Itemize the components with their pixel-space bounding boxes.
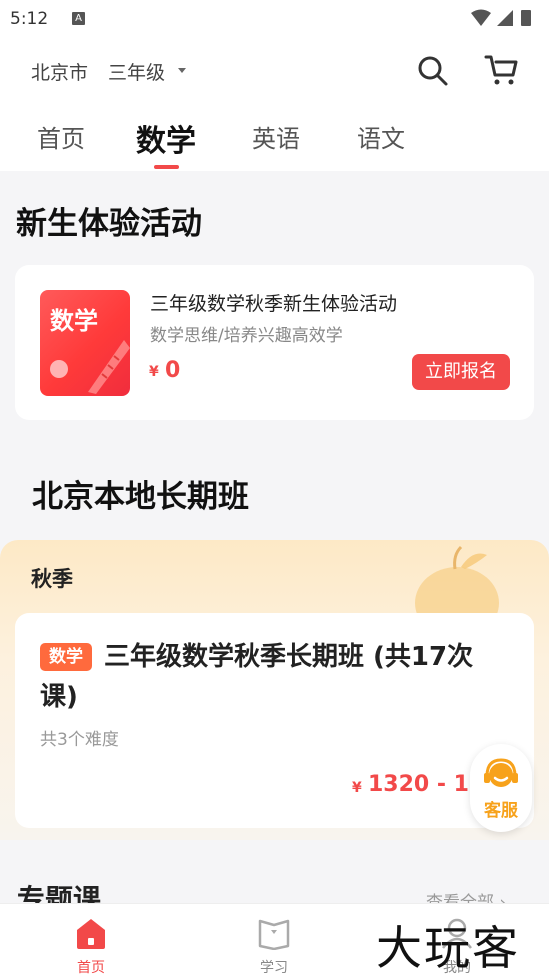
currency-symbol: ¥ bbox=[149, 364, 159, 380]
ball-decoration bbox=[50, 360, 68, 378]
nav-home[interactable]: 首页 bbox=[51, 914, 131, 976]
top-bar: 北京市 三年级 bbox=[0, 38, 549, 103]
notification-icon: A bbox=[72, 12, 85, 25]
tab-math[interactable]: 数学 bbox=[136, 116, 196, 160]
fruit-decoration-icon bbox=[415, 545, 499, 615]
trial-price: 0 bbox=[165, 358, 181, 383]
customer-service-label: 客服 bbox=[484, 801, 518, 821]
cart-icon[interactable] bbox=[484, 53, 520, 91]
caret-down-icon[interactable] bbox=[178, 68, 186, 73]
thumbnail-label: 数学 bbox=[50, 307, 98, 335]
season-label: 秋季 bbox=[31, 567, 73, 591]
watermark-logo: 大玩客 bbox=[376, 921, 520, 975]
course-price-range: 1320 - 14 bbox=[368, 772, 485, 797]
ruler-icon bbox=[88, 340, 130, 394]
currency-symbol: ¥ bbox=[352, 780, 362, 796]
trial-course-subtitle: 数学思维/培养兴趣高效学 bbox=[150, 326, 343, 346]
city-selector[interactable]: 北京市 bbox=[31, 58, 88, 85]
difficulty-count: 共3个难度 bbox=[40, 730, 119, 750]
grade-selector[interactable]: 三年级 bbox=[108, 58, 165, 85]
active-tab-indicator bbox=[154, 165, 179, 169]
status-time: 5:12 bbox=[10, 9, 49, 29]
trial-section-title: 新生体验活动 bbox=[16, 206, 202, 242]
signal-icon bbox=[497, 10, 513, 26]
tab-chinese[interactable]: 语文 bbox=[357, 119, 405, 154]
course-thumbnail: 数学 bbox=[40, 290, 130, 396]
trial-activity-card[interactable]: 数学 三年级数学秋季新生体验活动 数学思维/培养兴趣高效学 立即报名 bbox=[15, 265, 534, 420]
search-icon[interactable] bbox=[416, 54, 450, 92]
long-term-course-title: 三年级数学秋季长期班 (共17次课) bbox=[40, 642, 474, 712]
book-icon bbox=[258, 919, 290, 951]
nav-study-label: 学习 bbox=[260, 960, 288, 976]
headset-icon bbox=[484, 758, 518, 787]
local-section-title: 北京本地长期班 bbox=[32, 479, 249, 515]
battery-icon bbox=[521, 10, 531, 26]
system-icons bbox=[469, 8, 539, 32]
customer-service-button[interactable]: 客服 bbox=[470, 744, 532, 832]
nav-home-label: 首页 bbox=[77, 960, 105, 976]
wifi-icon bbox=[471, 9, 491, 26]
nav-study[interactable]: 学习 bbox=[234, 914, 314, 976]
tab-english[interactable]: 英语 bbox=[252, 119, 300, 154]
trial-course-title: 三年级数学秋季新生体验活动 bbox=[150, 293, 398, 315]
tab-home[interactable]: 首页 bbox=[37, 119, 85, 154]
subject-tabs: 首页 数学 英语 语文 bbox=[0, 103, 549, 171]
signup-button[interactable]: 立即报名 bbox=[412, 354, 510, 390]
home-icon bbox=[77, 919, 105, 949]
status-bar: 5:12 A bbox=[0, 0, 549, 38]
